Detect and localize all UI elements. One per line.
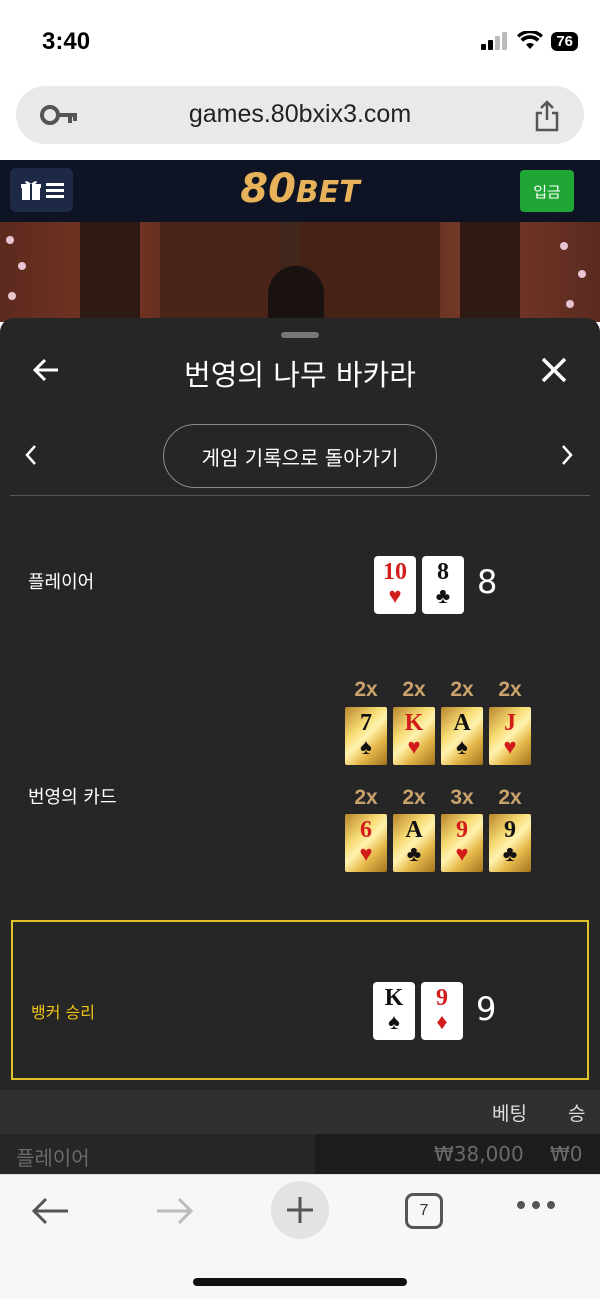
battery-indicator: 76 (551, 31, 578, 51)
card-rank: 9 (504, 817, 516, 843)
card-multiplier: 2x (354, 786, 378, 809)
cellular-signal-icon (481, 32, 508, 50)
live-dealer-background (0, 222, 600, 322)
column-header-win: 승 (568, 1103, 586, 1125)
deposit-button[interactable]: 입금 (520, 170, 574, 212)
chevron-left-icon[interactable] (24, 444, 38, 466)
banker-card-2: 9 ♦ (421, 982, 463, 1040)
card-suit: ♥ (388, 583, 402, 608)
site-header: 80BET 입금 (0, 160, 600, 222)
home-indicator[interactable] (193, 1278, 407, 1286)
win-amount-cell: ₩0 (550, 1142, 583, 1166)
card-multiplier: 2x (498, 786, 522, 809)
player-card-2: 8 ♣ (422, 556, 464, 614)
card-rank: 9 (456, 817, 468, 843)
card-rank: A (453, 710, 471, 736)
card-rank: 7 (360, 710, 372, 736)
prosperity-card: 7 ♠ (345, 707, 387, 765)
divider (10, 495, 590, 496)
card-rank: 10 (383, 559, 407, 585)
card-rank: J (504, 710, 516, 736)
prosperity-card: 9 ♥ (441, 814, 483, 872)
logo-text: BET (295, 175, 360, 210)
column-header-bet: 베팅 (492, 1103, 527, 1125)
card-multiplier: 2x (402, 786, 426, 809)
back-to-history-button[interactable]: 게임 기록으로 돌아가기 (163, 424, 437, 488)
dealer-figure (268, 266, 324, 322)
status-time: 3:40 (42, 28, 91, 55)
modal-title: 번영의 나무 바카라 (184, 358, 416, 392)
player-card-1: 10 ♥ (374, 556, 416, 614)
prosperity-card: K ♥ (393, 707, 435, 765)
address-bar[interactable]: games.80bxix3.com (16, 86, 584, 144)
card-suit: ♦ (436, 1009, 448, 1034)
card-multiplier: 2x (402, 678, 426, 701)
prosperity-card: A ♠ (441, 707, 483, 765)
card-multiplier: 2x (498, 678, 522, 701)
banker-card-1: K ♠ (373, 982, 415, 1040)
banker-win-box: 뱅커 승리 K ♠ 9 ♦ 9 (11, 920, 589, 1080)
card-suit: ♣ (502, 841, 518, 866)
card-rank: K (404, 710, 424, 736)
card-suit: ♥ (359, 841, 373, 866)
new-tab-button[interactable] (271, 1181, 329, 1239)
card-rank: K (384, 985, 404, 1011)
card-suit: ♣ (435, 583, 451, 608)
logo-number: 80 (240, 166, 296, 212)
browser-back-icon[interactable] (30, 1195, 70, 1227)
card-rank: A (405, 817, 423, 843)
share-icon[interactable] (534, 100, 560, 132)
card-rank: 6 (360, 817, 372, 843)
prosperity-cards-label: 번영의 카드 (28, 787, 117, 808)
prosperity-card: J ♥ (489, 707, 531, 765)
player-label: 플레이어 (28, 572, 95, 593)
wifi-icon (517, 31, 544, 49)
more-icon[interactable] (516, 1200, 556, 1210)
chevron-right-icon[interactable] (560, 444, 574, 466)
card-suit: ♣ (406, 841, 422, 866)
card-suit: ♠ (456, 734, 468, 759)
prosperity-card: A ♣ (393, 814, 435, 872)
bet-type-cell: 플레이어 (16, 1146, 90, 1170)
bet-table-header: 베팅 승 (0, 1090, 600, 1134)
sheet-grabber[interactable] (281, 332, 319, 338)
card-suit: ♥ (455, 841, 469, 866)
table-row: 플레이어 ₩38,000 ₩0 (0, 1134, 600, 1178)
tabs-button[interactable]: 7 (405, 1193, 443, 1229)
plus-icon (287, 1197, 313, 1223)
status-bar: 3:40 76 (0, 0, 600, 80)
card-rank: 8 (437, 559, 449, 585)
close-icon[interactable] (540, 356, 568, 384)
card-suit: ♥ (503, 734, 517, 759)
card-multiplier: 2x (450, 678, 474, 701)
card-multiplier: 3x (450, 786, 474, 809)
url-text[interactable]: games.80bxix3.com (16, 100, 584, 129)
banker-score: 9 (476, 990, 497, 1028)
browser-toolbar: 7 (0, 1174, 600, 1299)
prosperity-card: 6 ♥ (345, 814, 387, 872)
card-suit: ♠ (388, 1009, 400, 1034)
bet-amount-cell: ₩38,000 (434, 1142, 524, 1166)
banker-win-label: 뱅커 승리 (31, 1003, 95, 1022)
card-suit: ♥ (407, 734, 421, 759)
status-icons: 76 (481, 31, 578, 51)
prosperity-card: 9 ♣ (489, 814, 531, 872)
player-score: 8 (477, 563, 498, 601)
card-multiplier: 2x (354, 678, 378, 701)
browser-forward-icon[interactable] (155, 1195, 195, 1227)
site-logo[interactable]: 80BET (0, 166, 600, 212)
card-suit: ♠ (360, 734, 372, 759)
card-rank: 9 (436, 985, 448, 1011)
game-history-modal: 번영의 나무 바카라 게임 기록으로 돌아가기 플레이어 10 ♥ 8 ♣ 8 … (0, 318, 600, 1178)
